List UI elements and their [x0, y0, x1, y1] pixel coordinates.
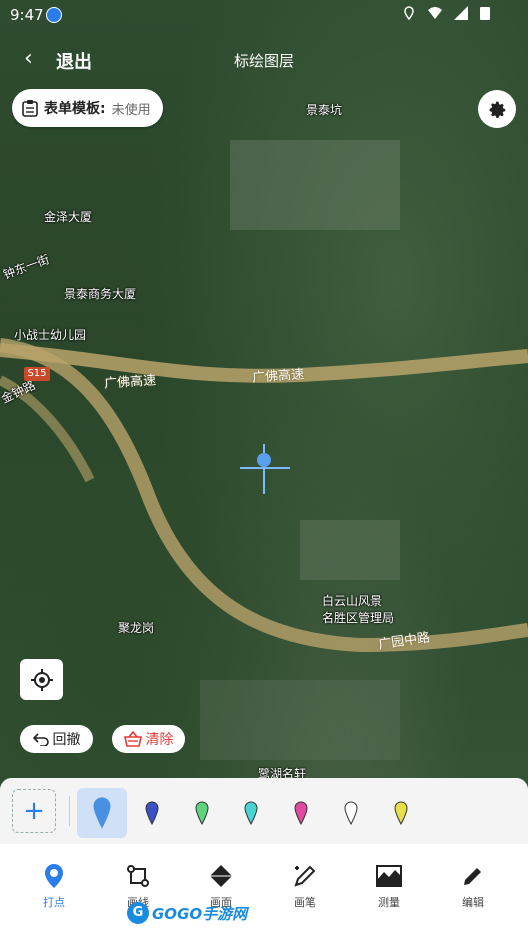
map-label: 名胜区管理局 — [322, 611, 395, 625]
locate-icon — [30, 668, 53, 691]
tab-pen[interactable]: 画笔 — [270, 862, 340, 910]
add-marker-style-button[interactable]: + — [12, 789, 56, 833]
tab-measure[interactable]: 测量 — [354, 862, 424, 910]
form-template-value: 未使用 — [111, 102, 151, 118]
tab-label: 编辑 — [462, 896, 484, 909]
watermark-circle-icon: G — [127, 902, 149, 924]
marker-color-option[interactable] — [326, 788, 376, 838]
marker-color-option[interactable] — [376, 788, 426, 838]
map-label: 金泽大厦 — [44, 210, 93, 224]
settings-button[interactable] — [478, 90, 516, 128]
status-bar: 9:47 — [0, 0, 528, 30]
tab-label: 测量 — [378, 896, 400, 909]
status-time: 9:47 — [10, 6, 44, 24]
form-template-label: 表单模板: — [44, 101, 106, 117]
map-marker-icon — [394, 801, 408, 825]
marker-color-option[interactable] — [226, 788, 276, 838]
marker-palette: + — [0, 778, 528, 844]
polyline-icon — [127, 865, 149, 887]
clear-label: 清除 — [145, 732, 174, 748]
divider — [69, 796, 70, 826]
battery-icon — [480, 6, 494, 20]
map-marker-icon — [344, 801, 358, 825]
clear-button[interactable]: 清除 — [112, 725, 185, 753]
map-marker-icon — [93, 797, 111, 829]
tool-tabs: 打点 画线 画面 画笔 测量 编辑 — [0, 862, 528, 922]
marker-color-option[interactable] — [127, 788, 177, 838]
map-marker-icon — [195, 801, 209, 825]
location-status-icon — [402, 6, 416, 21]
watermark-text: GOGO手游网 — [152, 904, 248, 923]
map-marker-icon — [294, 801, 308, 825]
location-pin-icon — [45, 864, 63, 888]
marker-color-option[interactable] — [77, 788, 127, 838]
map-label: 小战士幼儿园 — [14, 328, 87, 342]
form-template-button[interactable]: 表单模板: 未使用 — [12, 89, 163, 127]
basket-icon — [123, 731, 142, 747]
edit-icon — [464, 868, 481, 885]
road-label: 广佛高速 — [103, 373, 157, 392]
undo-label: 回撤 — [52, 732, 81, 748]
map-marker-icon — [244, 801, 258, 825]
map-label: 景泰商务大厦 — [64, 287, 137, 301]
polygon-icon — [210, 865, 232, 887]
road-label: 广佛高速 — [251, 367, 305, 386]
undo-icon — [32, 733, 49, 746]
signal-icon — [454, 6, 468, 20]
clipboard-icon — [22, 100, 38, 117]
wifi-icon — [428, 6, 442, 20]
tab-point[interactable]: 打点 — [19, 862, 89, 910]
undo-button[interactable]: 回撤 — [20, 725, 93, 753]
pen-icon — [294, 865, 316, 887]
locate-button[interactable] — [20, 659, 63, 700]
tab-label: 画笔 — [294, 896, 316, 909]
page-title: 标绘图层 — [233, 52, 294, 70]
map-marker-icon — [145, 801, 159, 825]
highway-shield: S15 — [24, 367, 50, 381]
marker-color-option[interactable] — [177, 788, 227, 838]
map-label: 景泰坑 — [306, 103, 343, 117]
measure-icon — [376, 865, 402, 887]
marker-color-option[interactable] — [276, 788, 326, 838]
tab-label: 打点 — [43, 896, 65, 909]
tab-edit[interactable]: 编辑 — [438, 862, 508, 910]
map-label: 聚龙岗 — [118, 621, 155, 635]
gear-icon — [489, 101, 506, 118]
watermark-logo: G GOGO手游网 — [127, 896, 247, 930]
crosshair-icon — [240, 444, 290, 494]
map-label: 白云山风景 — [322, 594, 383, 608]
top-bar: ‹ 退出 标绘图层 — [0, 38, 528, 82]
drawing-panel: + 打点 画线 画面 画笔 测量 编辑 — [0, 778, 528, 939]
app-notification-icon — [46, 7, 62, 23]
